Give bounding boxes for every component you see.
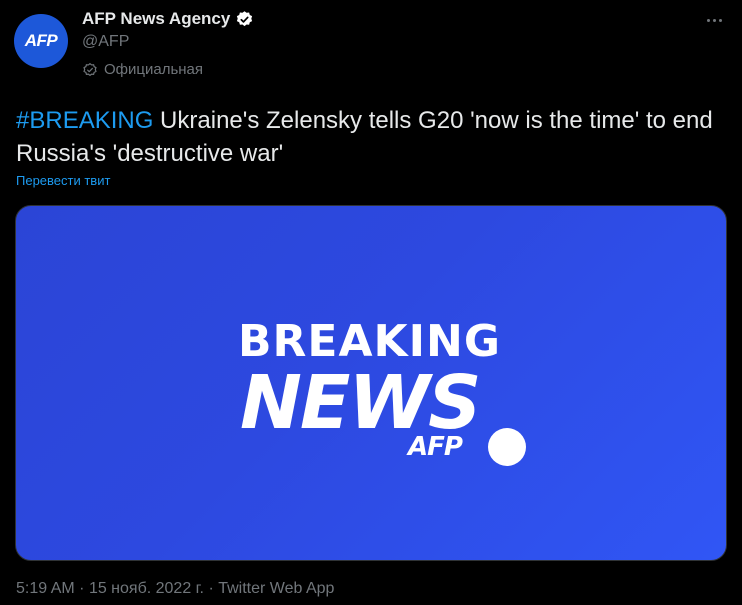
afp-brand-mark: AFP <box>408 432 463 462</box>
official-label: Официальная <box>104 61 204 78</box>
author-name-row: AFP News Agency <box>82 9 254 29</box>
breaking-news-logo: BREAKING NEWS AFP <box>238 316 526 476</box>
tweet-date[interactable]: 15 нояб. 2022 г. <box>89 580 204 597</box>
official-check-icon <box>82 62 98 78</box>
official-label-row: Официальная <box>82 61 203 78</box>
more-options-icon[interactable] <box>700 10 728 30</box>
display-name[interactable]: AFP News Agency <box>82 9 230 29</box>
meta-separator: · <box>79 580 85 597</box>
tweet-media-image[interactable]: BREAKING NEWS AFP <box>15 205 727 561</box>
meta-separator-2: · <box>208 580 214 597</box>
avatar-text: AFP <box>24 31 58 50</box>
afp-dot-icon <box>488 428 526 466</box>
avatar[interactable]: AFP <box>14 14 68 68</box>
hashtag-link[interactable]: #BREAKING <box>16 107 153 134</box>
tweet-text: #BREAKING Ukraine's Zelensky tells G20 '… <box>16 104 736 170</box>
translate-tweet-link[interactable]: Перевести твит <box>16 173 110 188</box>
tweet: AFP AFP News Agency @AFP Официальная #BR… <box>0 0 742 605</box>
tweet-meta: 5:19 AM · 15 нояб. 2022 г. · Twitter Web… <box>16 580 334 598</box>
verified-badge-icon <box>235 10 254 29</box>
tweet-time[interactable]: 5:19 AM <box>16 580 75 597</box>
author-handle[interactable]: @AFP <box>82 33 129 51</box>
source-app[interactable]: Twitter Web App <box>218 580 334 597</box>
